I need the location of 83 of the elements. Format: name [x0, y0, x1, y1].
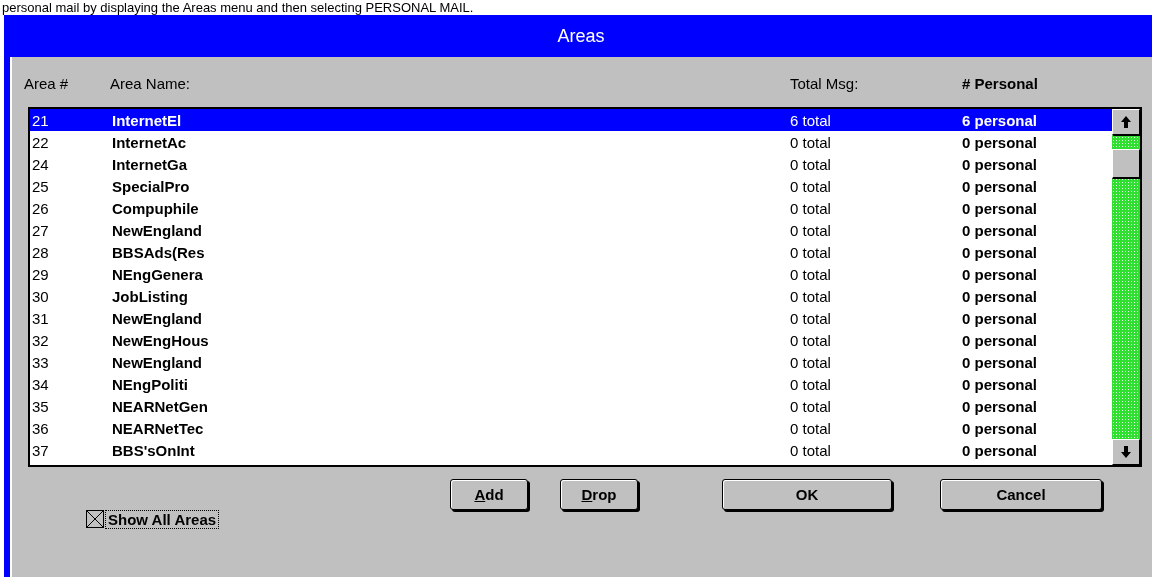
scroll-up-button[interactable] — [1112, 109, 1140, 135]
personal-count: 0 personal — [962, 221, 1038, 239]
total-count: 0 total — [790, 287, 831, 305]
total-count: 0 total — [790, 221, 831, 239]
caption-text: personal mail by displaying the Areas menu and then selecting PERSONAL MAIL. — [1, 0, 474, 15]
personal-count: 0 personal — [962, 397, 1038, 415]
total-count: 0 total — [790, 331, 831, 349]
drop-button[interactable]: Drop — [560, 479, 638, 510]
area-name: NEARNetTec — [112, 419, 204, 437]
total-count: 0 total — [790, 353, 831, 371]
area-number: 32 — [31, 331, 49, 349]
area-name: NewEngHous — [112, 331, 209, 349]
total-count: 0 total — [790, 133, 831, 151]
column-header: Total Msg: — [790, 74, 859, 92]
personal-count: 0 personal — [962, 287, 1038, 305]
personal-count: 0 personal — [962, 155, 1038, 173]
area-name: InternetEl — [112, 111, 182, 129]
area-number: 27 — [31, 221, 49, 239]
total-count: 0 total — [790, 265, 831, 283]
area-name: InternetAc — [112, 133, 187, 151]
area-number: 24 — [31, 155, 49, 173]
personal-count: 0 personal — [962, 199, 1038, 217]
total-count: 0 total — [790, 375, 831, 393]
area-number: 28 — [31, 243, 49, 261]
area-number: 35 — [31, 397, 49, 415]
scroll-thumb[interactable] — [1112, 149, 1140, 179]
area-number: 33 — [31, 353, 49, 371]
total-count: 0 total — [790, 155, 831, 173]
area-name: InternetGa — [112, 155, 187, 173]
column-header: Area # — [24, 74, 69, 92]
area-number: 29 — [31, 265, 49, 283]
total-count: 0 total — [790, 419, 831, 437]
personal-count: 0 personal — [962, 265, 1038, 283]
area-name: NEngPoliti — [112, 375, 188, 393]
total-count: 0 total — [790, 177, 831, 195]
total-count: 6 total — [790, 111, 831, 129]
area-name: BBS'sOnInt — [112, 441, 195, 459]
personal-count: 0 personal — [962, 177, 1038, 195]
personal-count: 6 personal — [962, 111, 1038, 129]
list-row[interactable]: 21 InternetEl 6 total 6 personal — [30, 109, 1112, 131]
total-count: 0 total — [790, 199, 831, 217]
area-name: NewEngland — [112, 221, 202, 239]
personal-count: 0 personal — [962, 375, 1038, 393]
add-button[interactable]: Add — [450, 479, 528, 510]
area-number: 30 — [31, 287, 49, 305]
total-count: 0 total — [790, 309, 831, 327]
personal-count: 0 personal — [962, 243, 1038, 261]
personal-count: 0 personal — [962, 133, 1038, 151]
column-header: Area Name: — [110, 74, 191, 92]
area-name: SpecialPro — [112, 177, 190, 195]
scroll-up-icon[interactable] — [1121, 116, 1131, 128]
area-name: NewEngland — [112, 309, 202, 327]
area-number: 37 — [31, 441, 49, 459]
scrollbar[interactable] — [1112, 109, 1140, 465]
personal-count: 0 personal — [962, 441, 1038, 459]
scroll-down-icon[interactable] — [1121, 446, 1131, 458]
personal-count: 0 personal — [962, 353, 1038, 371]
personal-count: 0 personal — [962, 419, 1038, 437]
area-name: BBSAds(Res — [112, 243, 205, 261]
total-count: 0 total — [790, 397, 831, 415]
column-header: # Personal — [962, 74, 1038, 92]
area-number: 22 — [31, 133, 49, 151]
area-number: 36 — [31, 419, 49, 437]
checkbox[interactable] — [86, 510, 104, 528]
area-number: 26 — [31, 199, 49, 217]
area-number: 31 — [31, 309, 49, 327]
area-name: Compuphile — [112, 199, 199, 217]
ok-button[interactable]: OK — [722, 479, 892, 510]
area-number: 21 — [31, 111, 49, 129]
area-name: NEARNetGen — [112, 397, 208, 415]
area-name: NewEngland — [112, 353, 202, 371]
personal-count: 0 personal — [962, 309, 1038, 327]
personal-count: 0 personal — [962, 331, 1038, 349]
checkbox-label[interactable]: Show All Areas — [105, 509, 220, 529]
total-count: 0 total — [790, 441, 831, 459]
cancel-button[interactable]: Cancel — [940, 479, 1102, 510]
area-name: NEngGenera — [112, 265, 203, 283]
area-name: JobListing — [112, 287, 188, 305]
window-title: Areas — [557, 25, 605, 47]
scroll-down-button[interactable] — [1112, 439, 1140, 465]
area-number: 34 — [31, 375, 49, 393]
area-number: 25 — [31, 177, 49, 195]
total-count: 0 total — [790, 243, 831, 261]
